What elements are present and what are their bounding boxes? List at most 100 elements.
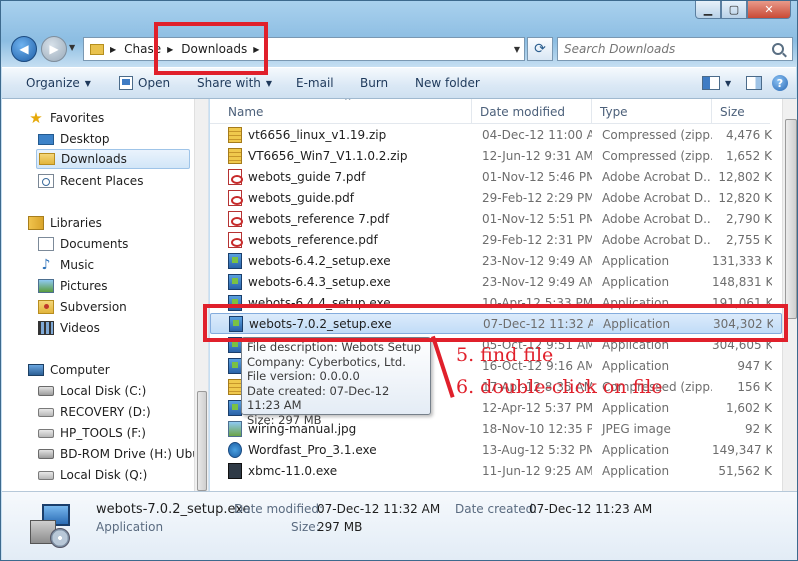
pdf-icon [228, 189, 243, 206]
file-list-scrollbar-thumb[interactable] [785, 119, 797, 319]
email-label: E-mail [296, 76, 334, 90]
back-button[interactable]: ◀ [11, 36, 37, 62]
forward-button[interactable]: ▶ [41, 36, 67, 62]
music-icon: ♪ [41, 257, 51, 273]
column-name[interactable]: Name ^ [210, 99, 472, 124]
change-view-button[interactable]: ▼ [702, 76, 731, 90]
new-folder-button[interactable]: New folder [415, 76, 480, 90]
nav-scrollbar[interactable] [194, 99, 208, 491]
file-list: Name ^ Date modified Type Size vt6656_li… [210, 99, 797, 491]
burn-button[interactable]: Burn [360, 76, 388, 90]
close-button[interactable]: ✕ [747, 1, 791, 19]
forward-arrow-icon: ▶ [49, 42, 59, 56]
chevron-down-icon: ▼ [84, 78, 91, 88]
file-row[interactable]: Wordfast_Pro_3.1.exe 13-Aug-12 5:32 PM App… [210, 439, 782, 460]
address-dropdown-icon[interactable]: ▼ [514, 45, 520, 54]
file-size: 2,755 K [725, 232, 772, 247]
file-row[interactable]: webots_guide.pdf 29-Feb-12 2:29 PM Adobe A… [210, 187, 782, 208]
libraries-icon [28, 216, 44, 230]
nav-drive-c[interactable]: Local Disk (C:) [38, 381, 208, 401]
column-size[interactable]: Size [712, 99, 770, 124]
file-size: 149,347 K [712, 442, 772, 457]
help-button[interactable]: ? [772, 75, 788, 91]
nav-recent-places[interactable]: Recent Places [38, 171, 208, 191]
file-date: 12-Jun-12 9:31 AM [482, 148, 592, 163]
file-type: Application [602, 400, 670, 415]
column-header: Name ^ Date modified Type Size [210, 99, 770, 124]
nav-downloads[interactable]: Downloads [36, 149, 190, 169]
file-date: 13-Aug-12 5:32 PM [482, 442, 592, 457]
preview-pane-button[interactable] [746, 76, 762, 90]
nav-videos[interactable]: Videos [38, 318, 208, 338]
nav-label: Favorites [50, 111, 105, 125]
maximize-button[interactable]: ▢ [721, 1, 747, 19]
zip-icon [228, 126, 242, 143]
file-row[interactable]: webots_reference.pdf 29-Feb-12 2:31 PM Ado… [210, 229, 782, 250]
file-list-scrollbar[interactable] [782, 99, 797, 491]
share-with-button[interactable]: Share with ▼ [197, 76, 272, 90]
file-name-cell: webots-6.4.3_setup.exe [210, 273, 472, 290]
nav-pictures[interactable]: Pictures [38, 276, 208, 296]
file-name-cell: xbmc-11.0.exe [210, 462, 472, 479]
nav-label: Recent Places [60, 174, 144, 188]
breadcrumb-separator[interactable]: ▶ [110, 45, 116, 54]
nav-desktop[interactable]: Desktop [38, 129, 208, 149]
xbmc-icon [228, 462, 242, 479]
file-type: Application [602, 253, 670, 268]
pdf-icon [228, 231, 243, 248]
nav-scrollbar-thumb[interactable] [197, 391, 207, 491]
nav-drive-f[interactable]: HP_TOOLS (F:) [38, 423, 208, 443]
chevron-down-icon: ▼ [265, 78, 273, 88]
file-date: 12-Apr-12 5:37 PM [482, 400, 592, 415]
nav-drive-h[interactable]: BD-ROM Drive (H:) Ubun [38, 444, 194, 464]
address-bar[interactable]: ▶ Chase ▶ Downloads ▶ ▼ [83, 37, 525, 61]
file-type: Application [602, 442, 670, 457]
file-size: 1,602 K [725, 400, 772, 415]
back-arrow-icon: ◀ [19, 42, 29, 56]
nav-drive-d[interactable]: RECOVERY (D:) [38, 402, 208, 422]
file-size: 4,476 K [725, 127, 772, 142]
file-size: 1,652 K [725, 148, 772, 163]
nav-favorites[interactable]: ★ Favorites [28, 108, 208, 128]
file-name-cell: webots-6.4.2_setup.exe [210, 252, 472, 269]
nav-computer[interactable]: Computer [28, 360, 208, 380]
file-row[interactable]: webots_reference 7.pdf 01-Nov-12 5:51 PM A… [210, 208, 782, 229]
nav-music[interactable]: ♪ Music [38, 255, 208, 275]
file-row[interactable]: webots-6.4.3_setup.exe 23-Nov-12 9:49 AM A… [210, 271, 782, 292]
pdf-icon [228, 210, 243, 227]
file-type: Application [602, 463, 670, 478]
nav-drive-q[interactable]: Local Disk (Q:) [38, 465, 208, 485]
organize-button[interactable]: Organize ▼ [26, 76, 91, 90]
exe-icon [228, 252, 242, 269]
minimize-button[interactable]: ▁ [695, 1, 721, 19]
file-row[interactable]: vt6656_linux_v1.19.zip 04-Dec-12 11:00 AM… [210, 124, 782, 145]
nav-subversion[interactable]: Subversion [38, 297, 208, 317]
file-row[interactable]: webots-6.4.2_setup.exe 23-Nov-12 9:49 AM A… [210, 250, 782, 271]
close-icon: ✕ [764, 3, 774, 16]
burn-label: Burn [360, 76, 389, 90]
computer-icon [28, 364, 44, 376]
file-date: 23-Nov-12 9:49 AM [482, 274, 592, 289]
nav-documents[interactable]: Documents [38, 234, 208, 254]
column-date-modified[interactable]: Date modified [472, 99, 592, 124]
search-input[interactable] [564, 42, 772, 56]
file-row[interactable]: xbmc-11.0.exe 11-Jun-12 9:25 AM Applicatio… [210, 460, 782, 481]
open-button[interactable]: Open [119, 76, 170, 90]
details-created-label: Date created: [455, 502, 538, 516]
search-icon[interactable] [772, 43, 784, 55]
file-size: 51,562 K [718, 463, 772, 478]
file-row[interactable]: webots_guide 7.pdf 01-Nov-12 5:46 PM Adobe… [210, 166, 782, 187]
file-row[interactable]: VT6656_Win7_V1.1.0.2.zip 12-Jun-12 9:31 A… [210, 145, 782, 166]
exe-icon [228, 399, 242, 416]
nav-label: Videos [60, 321, 100, 335]
column-type[interactable]: Type [592, 99, 712, 124]
nav-label: Subversion [60, 300, 127, 314]
nav-label: Documents [60, 237, 129, 251]
nav-label: Local Disk (Q:) [60, 468, 148, 482]
email-button[interactable]: E-mail [296, 76, 334, 90]
recent-pages-dropdown[interactable]: ▼ [69, 43, 75, 52]
file-name-cell: VT6656_Win7_V1.1.0.2.zip [210, 147, 472, 164]
file-size: 148,831 K [712, 274, 772, 289]
nav-libraries[interactable]: Libraries [28, 213, 208, 233]
refresh-button[interactable]: ⟳ [527, 37, 553, 61]
